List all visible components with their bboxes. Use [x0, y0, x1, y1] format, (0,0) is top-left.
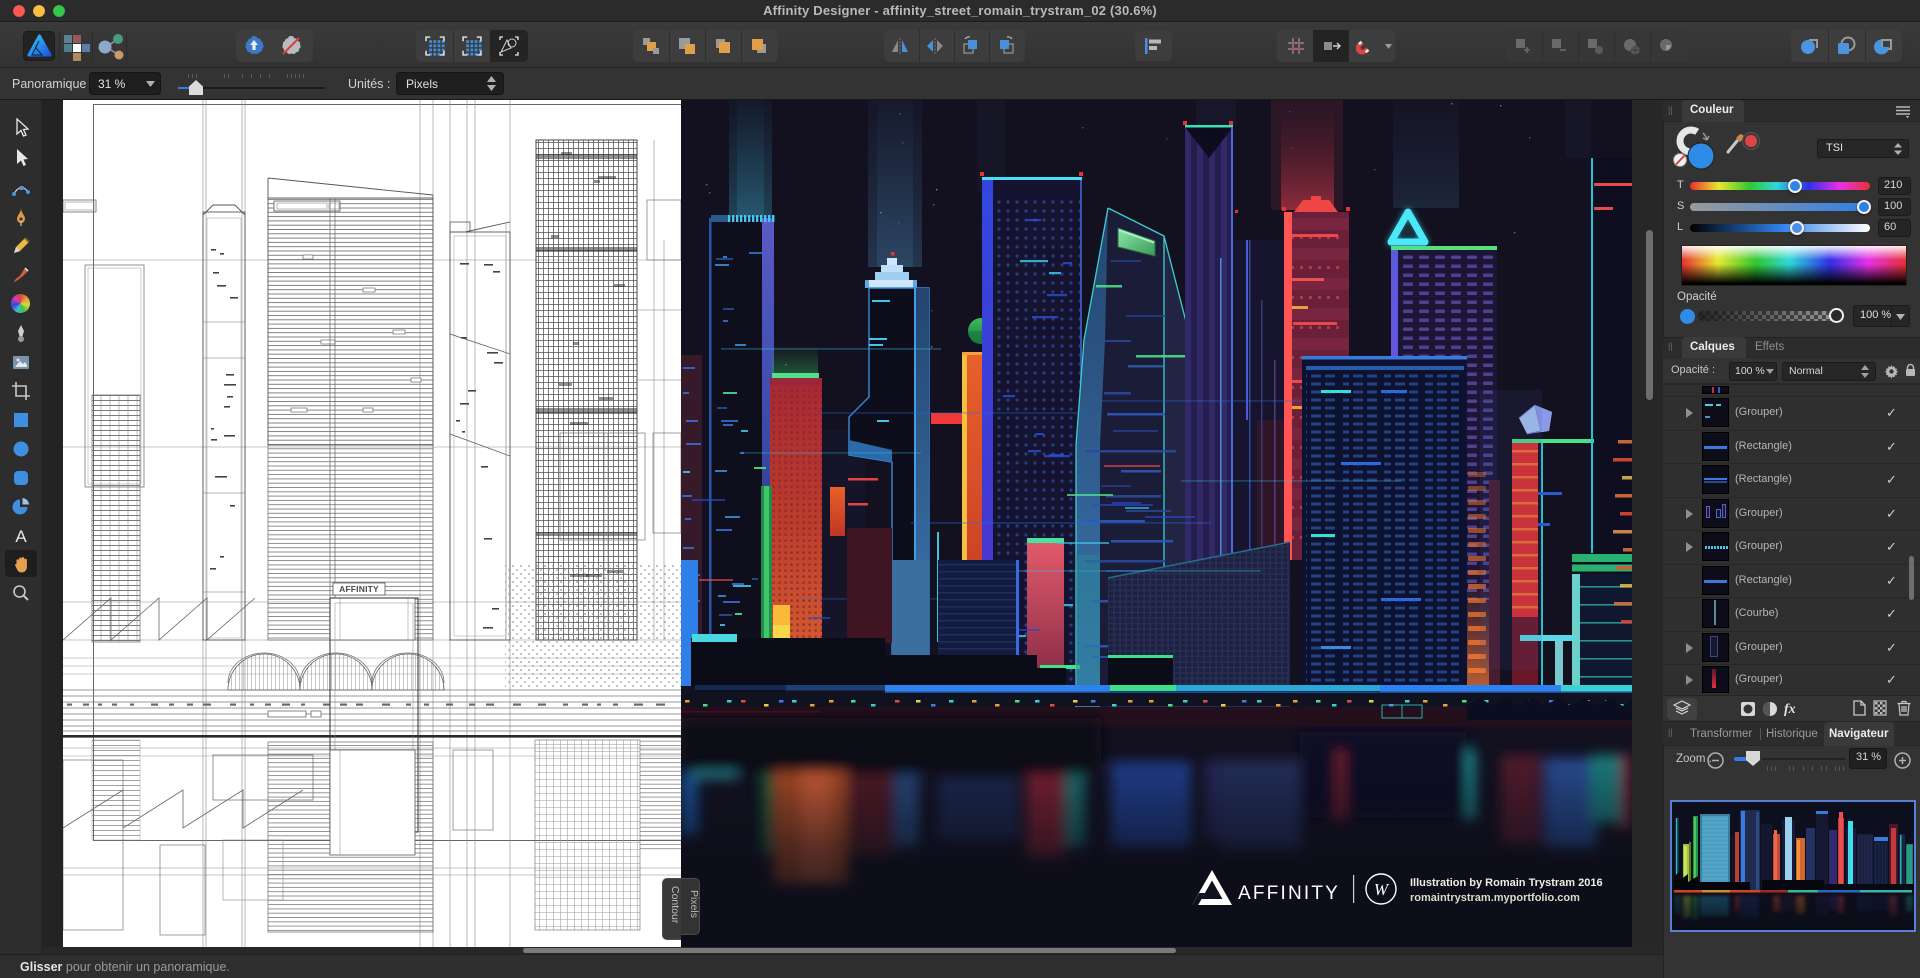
svg-text:AFFINITY: AFFINITY — [1238, 883, 1340, 904]
svg-text:AFFINITY: AFFINITY — [339, 584, 379, 594]
svg-text:romaintrystram.myportfolio.com: romaintrystram.myportfolio.com — [1410, 892, 1580, 904]
svg-text:Illustration by Romain Trystra: Illustration by Romain Trystram 2016 — [1410, 877, 1603, 889]
svg-text:A: A — [15, 527, 27, 546]
svg-text:W: W — [1374, 880, 1390, 899]
